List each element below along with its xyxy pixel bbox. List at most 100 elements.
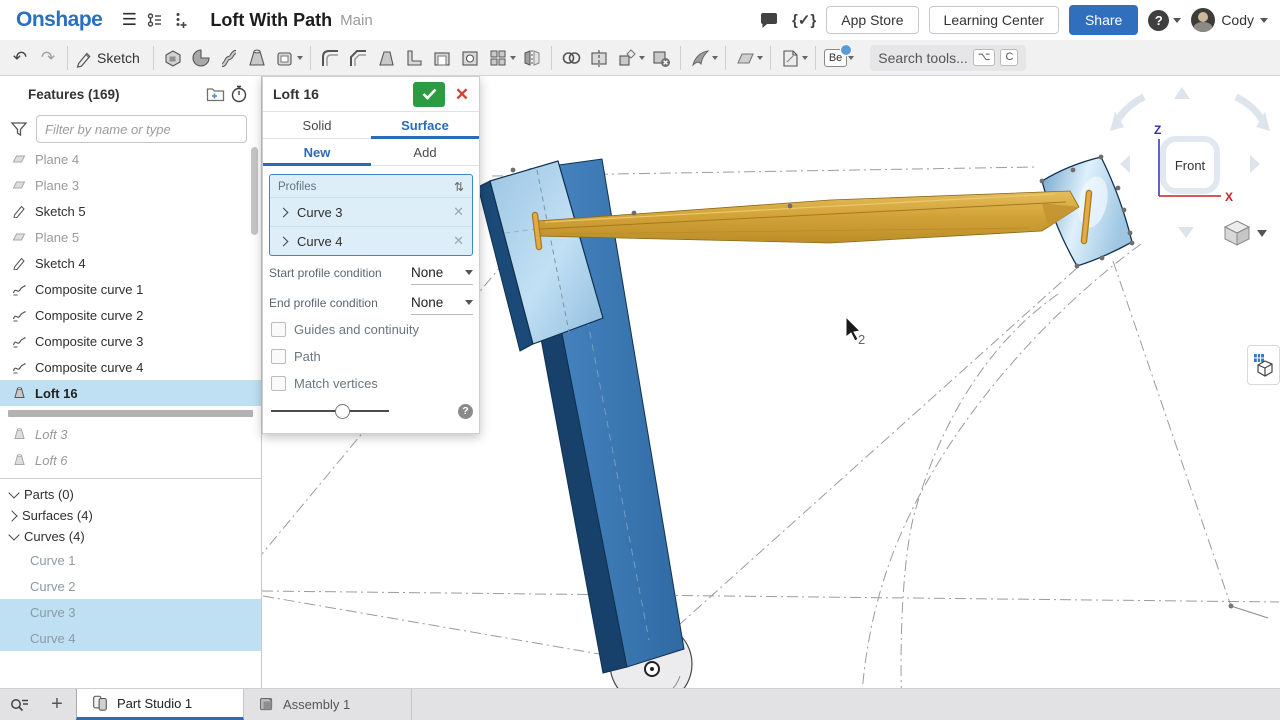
view-cube[interactable]: Front Z X	[1110, 87, 1270, 245]
chamfer-button[interactable]	[344, 44, 372, 72]
feature-item-sketch5[interactable]: Sketch 5	[0, 198, 261, 224]
app-store-button[interactable]: App Store	[826, 6, 918, 34]
checkbox[interactable]	[271, 322, 286, 337]
user-name[interactable]: Cody	[1221, 12, 1254, 28]
split-button[interactable]	[585, 44, 613, 72]
tab-part-studio-1[interactable]: Part Studio 1	[76, 689, 244, 720]
curve-item-4[interactable]: Curve 4	[0, 625, 261, 651]
share-button[interactable]: Share	[1069, 5, 1138, 35]
profile-row-curve3[interactable]: Curve 3 ✕	[270, 197, 472, 226]
rotate-right-arrow[interactable]	[1250, 155, 1260, 173]
slider-handle[interactable]	[335, 404, 350, 419]
redo-button[interactable]: ↷	[34, 44, 62, 72]
feature-scripts-icon[interactable]: {✓}	[792, 11, 816, 29]
chevron-down-icon[interactable]	[639, 56, 645, 60]
add-folder-icon[interactable]	[203, 82, 227, 106]
rotate-ccw-arrow[interactable]	[1117, 97, 1144, 121]
reorder-icon[interactable]: ⇅	[454, 180, 464, 194]
feature-item-loft16[interactable]: Loft 16	[0, 380, 261, 406]
hole-button[interactable]	[456, 44, 484, 72]
insert-tab-button[interactable]: +	[38, 689, 76, 720]
display-states-flyout-button[interactable]	[1247, 345, 1280, 385]
section-curves[interactable]: Curves (4)	[0, 526, 261, 547]
named-views-button[interactable]	[776, 44, 804, 72]
workspace-name[interactable]: Main	[340, 12, 373, 29]
feature-item-composite-curve4[interactable]: Composite curve 4	[0, 354, 261, 380]
chevron-down-icon[interactable]	[1257, 230, 1267, 237]
linear-pattern-button[interactable]	[484, 44, 512, 72]
scrollbar-thumb[interactable]	[251, 147, 258, 235]
feature-item-sketch4[interactable]: Sketch 4	[0, 250, 261, 276]
checkbox[interactable]	[271, 376, 286, 391]
feature-item-plane5[interactable]: Plane 5	[0, 224, 261, 250]
mirror-button[interactable]	[518, 44, 546, 72]
avatar[interactable]	[1191, 8, 1215, 32]
feature-item-loft3[interactable]: Loft 3	[0, 421, 261, 447]
fillet-button[interactable]	[316, 44, 344, 72]
path-checkbox-row[interactable]: Path	[269, 343, 473, 370]
curve-item-3[interactable]: Curve 3	[0, 599, 261, 625]
regeneration-time-icon[interactable]	[227, 82, 251, 106]
shell-button[interactable]	[428, 44, 456, 72]
view-cube-menu[interactable]	[1225, 221, 1267, 245]
loft-preview-surface[interactable]	[537, 191, 1079, 243]
main-menu-icon[interactable]: ☰	[116, 7, 142, 33]
help-menu[interactable]: ?	[1148, 7, 1181, 33]
rollback-bar[interactable]	[0, 406, 261, 421]
rotate-up-arrow[interactable]	[1174, 87, 1190, 99]
document-title[interactable]: Loft With Path	[210, 10, 332, 31]
comment-icon[interactable]	[756, 7, 782, 33]
cancel-button[interactable]: ✕	[451, 82, 473, 107]
user-menu[interactable]: Cody	[1191, 7, 1268, 33]
section-parts[interactable]: Parts (0)	[0, 484, 261, 505]
help-icon[interactable]: ?	[458, 404, 473, 419]
chevron-down-icon[interactable]	[712, 56, 718, 60]
help-icon[interactable]: ?	[1148, 10, 1169, 31]
feature-item-composite-curve1[interactable]: Composite curve 1	[0, 276, 261, 302]
feature-item-plane4[interactable]: Plane 4	[0, 146, 261, 172]
chevron-down-icon[interactable]	[510, 56, 516, 60]
sketch-button[interactable]: Sketch	[73, 44, 148, 72]
plane-button[interactable]	[731, 44, 759, 72]
tab-solid[interactable]: Solid	[263, 112, 371, 138]
filter-funnel-icon[interactable]	[10, 121, 28, 137]
section-surfaces[interactable]: Surfaces (4)	[0, 505, 261, 526]
curve-item-1[interactable]: Curve 1	[0, 547, 261, 573]
profile-row-curve4[interactable]: Curve 4 ✕	[270, 226, 472, 255]
filter-input[interactable]	[36, 115, 247, 143]
loft-button[interactable]	[243, 44, 271, 72]
rib-button[interactable]	[400, 44, 428, 72]
search-tools-button[interactable]: Search tools... ⌥ C	[870, 45, 1026, 71]
feature-item-composite-curve3[interactable]: Composite curve 3	[0, 328, 261, 354]
thicken-button[interactable]	[271, 44, 299, 72]
custom-feature-be-button[interactable]: Be	[821, 44, 850, 72]
origin-marker[interactable]	[645, 662, 659, 676]
match-vertices-checkbox-row[interactable]: Match vertices	[269, 370, 473, 397]
slider-track[interactable]	[271, 410, 389, 412]
remove-icon[interactable]: ✕	[453, 233, 464, 249]
delete-part-button[interactable]	[647, 44, 675, 72]
tab-new[interactable]: New	[263, 139, 371, 165]
draft-button[interactable]	[372, 44, 400, 72]
view-cube-label[interactable]: Front	[1175, 158, 1206, 173]
feature-item-composite-curve2[interactable]: Composite curve 2	[0, 302, 261, 328]
boolean-button[interactable]	[557, 44, 585, 72]
tab-add[interactable]: Add	[371, 139, 479, 165]
rotate-left-arrow[interactable]	[1120, 155, 1130, 173]
confirm-button[interactable]	[413, 82, 445, 107]
extrude-button[interactable]	[159, 44, 187, 72]
transform-button[interactable]	[613, 44, 641, 72]
manage-tabs-button[interactable]	[0, 689, 38, 720]
versions-icon[interactable]	[142, 7, 168, 33]
end-condition-select[interactable]: None	[411, 292, 473, 315]
fillet-surface-button[interactable]	[686, 44, 714, 72]
learning-center-button[interactable]: Learning Center	[929, 6, 1059, 34]
remove-icon[interactable]: ✕	[453, 204, 464, 220]
checkbox[interactable]	[271, 349, 286, 364]
guides-checkbox-row[interactable]: Guides and continuity	[269, 316, 473, 343]
curve-item-2[interactable]: Curve 2	[0, 573, 261, 599]
branch-plus-icon[interactable]	[168, 7, 194, 33]
start-condition-select[interactable]: None	[411, 262, 473, 285]
rotate-cw-arrow[interactable]	[1236, 97, 1263, 121]
chevron-down-icon[interactable]	[757, 56, 763, 60]
